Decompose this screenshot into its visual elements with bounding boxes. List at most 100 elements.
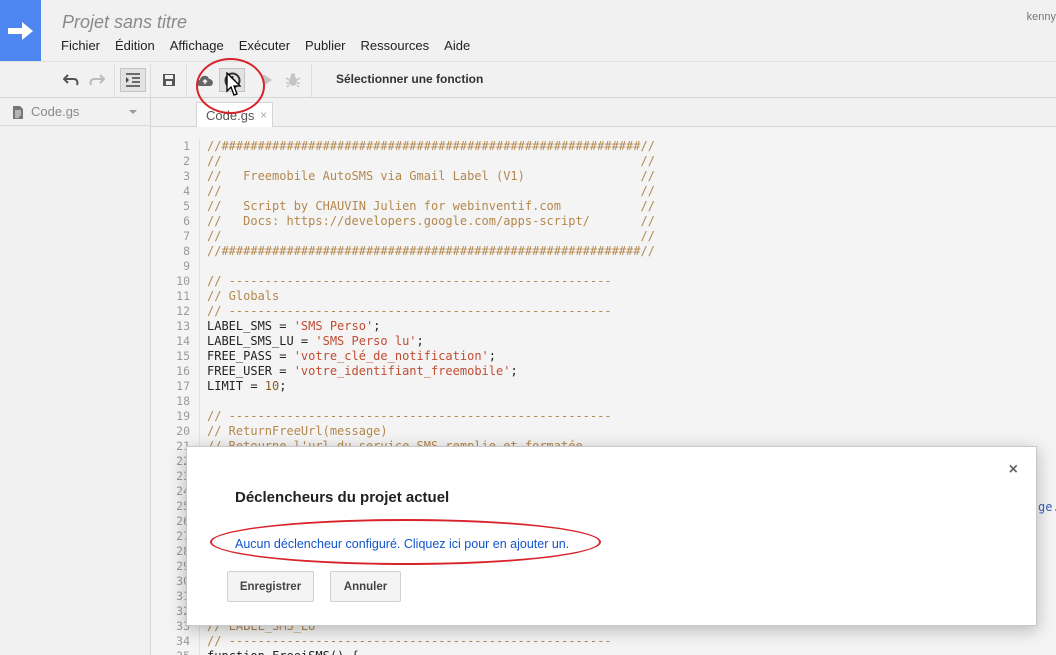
dialog-title: Déclencheurs du projet actuel bbox=[235, 489, 450, 506]
code-token: ; bbox=[416, 334, 424, 348]
code-line[interactable]: 15 FREE_PASS = 'votre_clé_de_notification… bbox=[151, 349, 1056, 364]
code-line[interactable]: 18 bbox=[151, 394, 1056, 409]
line-number: 14 bbox=[176, 334, 190, 348]
toolbar-separator bbox=[311, 64, 312, 97]
code-token: FREE_USER = bbox=[207, 364, 294, 378]
tab-bar: Code.gs × bbox=[151, 98, 1056, 127]
line-number: 20 bbox=[176, 424, 190, 438]
undo-icon[interactable] bbox=[58, 68, 84, 92]
line-number: 2 bbox=[183, 154, 190, 168]
apps-script-logo[interactable] bbox=[0, 0, 41, 61]
line-number: 7 bbox=[183, 229, 190, 243]
code-line[interactable]: 16 FREE_USER = 'votre_identifiant_freemob… bbox=[151, 364, 1056, 379]
code-text: LABEL_SMS_LU = 'SMS Perso lu'; bbox=[207, 334, 424, 349]
indent-icon[interactable] bbox=[120, 68, 146, 92]
close-icon[interactable]: × bbox=[260, 108, 267, 122]
function-select[interactable]: Sélectionner une fonction bbox=[336, 72, 483, 86]
arrow-right-icon bbox=[7, 21, 33, 40]
debug-bug-icon[interactable] bbox=[280, 68, 306, 92]
code-text: FREE_PASS = 'votre_clé_de_notification'; bbox=[207, 349, 496, 364]
code-text: // ReturnFreeUrl(message) bbox=[207, 424, 388, 438]
line-number: 4 bbox=[183, 184, 190, 198]
sidebar-file-label: Code.gs bbox=[31, 104, 80, 119]
sidebar-file-code-gs[interactable]: Code.gs bbox=[0, 98, 150, 126]
code-line[interactable]: 8 //#####################################… bbox=[151, 244, 1056, 259]
code-text: LIMIT = 10; bbox=[207, 379, 286, 394]
save-icon[interactable] bbox=[156, 68, 182, 92]
menu-bar: Fichier Édition Affichage Exécuter Publi… bbox=[61, 38, 485, 53]
save-button[interactable]: Enregistrer bbox=[227, 571, 314, 602]
mouse-cursor-icon bbox=[226, 71, 244, 101]
code-token: FREE_PASS = bbox=[207, 349, 294, 363]
line-number: 10 bbox=[176, 274, 190, 288]
code-line[interactable]: 2 // // bbox=[151, 154, 1056, 169]
line-number: 34 bbox=[176, 634, 190, 648]
code-line[interactable]: 5 // Script by CHAUVIN Julien for webinve… bbox=[151, 199, 1056, 214]
code-token: 'SMS Perso' bbox=[293, 319, 374, 333]
line-number: 35 bbox=[160, 649, 190, 655]
code-text: // -------------------------------------… bbox=[207, 634, 612, 648]
code-line[interactable]: 1 //#####################################… bbox=[151, 139, 1056, 154]
code-token: LABEL_SMS = bbox=[207, 319, 294, 333]
code-line[interactable]: 17 LIMIT = 10; bbox=[151, 379, 1056, 394]
menu-edition[interactable]: Édition bbox=[115, 38, 155, 53]
code-line[interactable]: 20 // ReturnFreeUrl(message) bbox=[151, 424, 1056, 439]
code-text: //######################################… bbox=[207, 139, 655, 153]
line-number: 1 bbox=[183, 139, 190, 153]
code-text: // Script by CHAUVIN Julien for webinven… bbox=[207, 199, 655, 213]
code-text: FREE_USER = 'votre_identifiant_freemobil… bbox=[207, 364, 518, 379]
menu-ressources[interactable]: Ressources bbox=[361, 38, 430, 53]
code-line[interactable]: 7 // // bbox=[151, 229, 1056, 244]
menu-aide[interactable]: Aide bbox=[444, 38, 470, 53]
toolbar-separator bbox=[114, 64, 115, 97]
redo-icon[interactable] bbox=[84, 68, 110, 92]
line-number: 18 bbox=[176, 394, 190, 408]
code-line[interactable]: 11 // Globals bbox=[151, 289, 1056, 304]
code-line[interactable]: 10 // -----------------------------------… bbox=[151, 274, 1056, 289]
code-overflow-fragment: ge.s bbox=[1038, 500, 1056, 514]
line-number: 3 bbox=[183, 169, 190, 183]
project-title[interactable]: Projet sans titre bbox=[62, 12, 187, 33]
code-text: // Globals bbox=[207, 289, 280, 303]
code-text: // // bbox=[207, 229, 655, 243]
code-token: ; bbox=[488, 349, 497, 363]
cancel-button[interactable]: Annuler bbox=[330, 571, 401, 602]
toolbar-separator bbox=[186, 64, 187, 97]
code-line[interactable]: 4 // // bbox=[151, 184, 1056, 199]
code-token: 'SMS Perso lu' bbox=[315, 334, 417, 348]
menu-affichage[interactable]: Affichage bbox=[170, 38, 224, 53]
code-line[interactable]: 35 function FreeiSMS() { bbox=[151, 649, 1056, 655]
line-number: 15 bbox=[176, 349, 190, 363]
code-line[interactable]: 14 LABEL_SMS_LU = 'SMS Perso lu'; bbox=[151, 334, 1056, 349]
code-text: //######################################… bbox=[207, 244, 655, 258]
code-line[interactable]: 6 // Docs: https://developers.google.com/… bbox=[151, 214, 1056, 229]
file-sidebar: Code.gs bbox=[0, 98, 151, 655]
code-token: ; bbox=[279, 379, 287, 393]
code-line[interactable]: 34 // -----------------------------------… bbox=[151, 634, 1056, 649]
code-token: 'votre_clé_de_notification' bbox=[293, 349, 489, 363]
code-line[interactable]: 9 bbox=[151, 259, 1056, 274]
user-name[interactable]: kenny bbox=[1027, 11, 1056, 23]
code-token: ; bbox=[510, 364, 518, 378]
line-number: 5 bbox=[183, 199, 190, 213]
code-line[interactable]: 19 // -----------------------------------… bbox=[151, 409, 1056, 424]
code-text: // // bbox=[207, 154, 655, 168]
menu-executer[interactable]: Exécuter bbox=[239, 38, 290, 53]
code-text: // -------------------------------------… bbox=[207, 409, 612, 423]
line-number: 16 bbox=[176, 364, 190, 378]
menu-publier[interactable]: Publier bbox=[305, 38, 345, 53]
code-text: // Docs: https://developers.google.com/a… bbox=[207, 214, 655, 228]
code-line[interactable]: 12 // -----------------------------------… bbox=[151, 304, 1056, 319]
code-line[interactable]: 13 LABEL_SMS = 'SMS Perso'; bbox=[151, 319, 1056, 334]
toolbar-separator bbox=[150, 64, 151, 97]
code-token: 10 bbox=[264, 379, 280, 393]
menu-fichier[interactable]: Fichier bbox=[61, 38, 100, 53]
code-token: 'votre_identifiant_freemobile' bbox=[293, 364, 511, 378]
annotation-circle-link bbox=[210, 519, 601, 565]
line-number: 19 bbox=[176, 409, 190, 423]
code-line[interactable]: 3 // Freemobile AutoSMS via Gmail Label (… bbox=[151, 169, 1056, 184]
chevron-down-icon[interactable] bbox=[129, 110, 137, 114]
close-icon[interactable]: × bbox=[1009, 461, 1018, 479]
header: Projet sans titre kenny Fichier Édition … bbox=[41, 0, 1056, 61]
code-text: // -------------------------------------… bbox=[207, 274, 612, 288]
